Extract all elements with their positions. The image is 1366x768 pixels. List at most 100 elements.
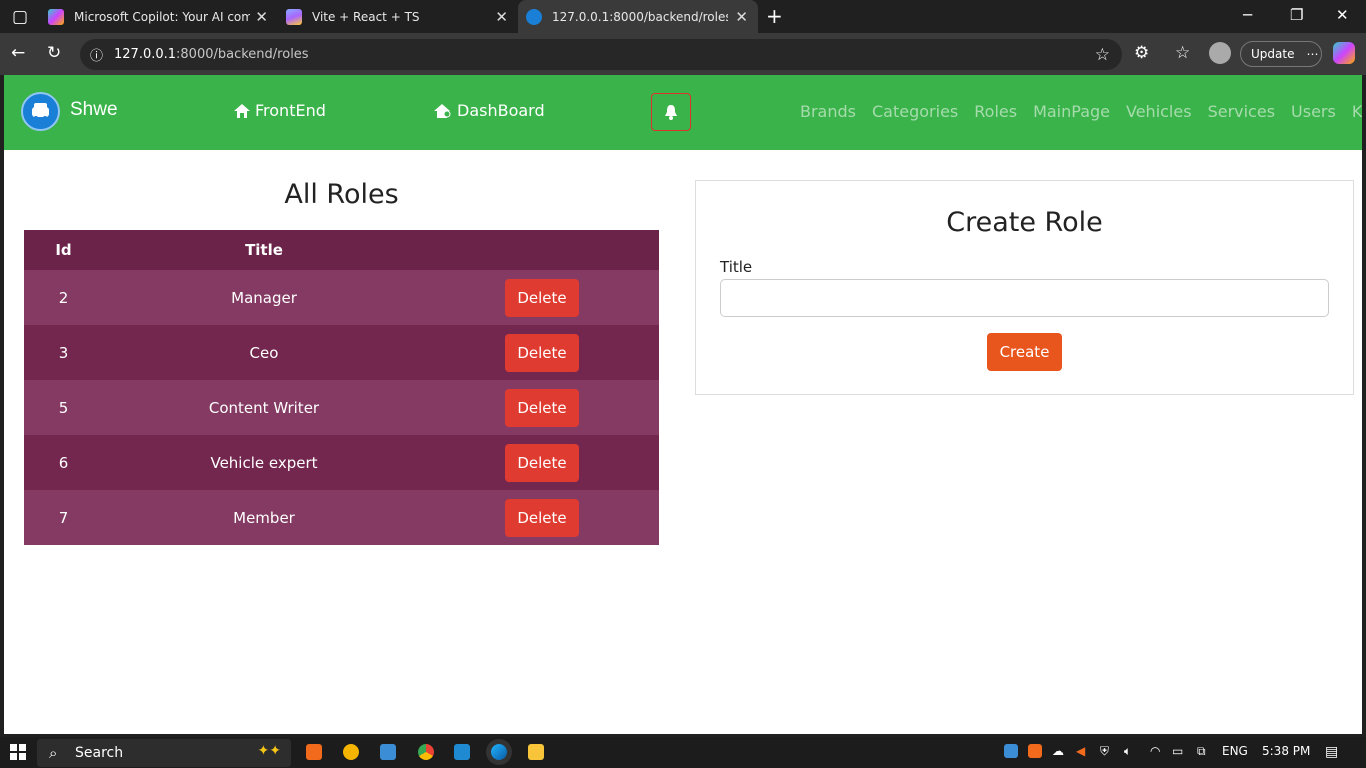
duck-icon[interactable]: [343, 744, 359, 760]
tab-roles[interactable]: 127.0.0.1:8000/backend/roles ✕: [518, 0, 758, 33]
url-input[interactable]: ⓘ 127.0.0.1:8000/backend/roles ☆: [80, 39, 1122, 70]
favorite-star-icon[interactable]: ☆: [1095, 45, 1110, 65]
xampp-icon[interactable]: [306, 744, 322, 760]
title-input[interactable]: [720, 279, 1329, 317]
copilot-sidebar-icon[interactable]: [1333, 42, 1355, 64]
device-icon[interactable]: ⧉: [1197, 744, 1206, 759]
restore-icon[interactable]: ❐: [1290, 6, 1303, 24]
role-title: Member: [103, 490, 425, 545]
update-label: Update: [1251, 47, 1295, 61]
column-id: Id: [24, 230, 103, 270]
close-window-icon[interactable]: ✕: [1336, 6, 1349, 24]
tab-copilot[interactable]: Microsoft Copilot: Your AI compa ✕: [38, 0, 278, 33]
home-icon: [234, 103, 250, 118]
language-indicator[interactable]: ENG: [1222, 744, 1248, 758]
delete-button[interactable]: Delete: [505, 333, 579, 372]
dashboard-label: DashBoard: [457, 101, 545, 120]
search-icon: ⌕: [49, 744, 58, 762]
menu-vehicles[interactable]: Vehicles: [1126, 102, 1192, 121]
column-actions: [425, 230, 659, 270]
close-icon[interactable]: ✕: [255, 8, 268, 26]
start-icon[interactable]: [10, 744, 26, 760]
edge-icon[interactable]: [491, 744, 507, 760]
create-role-heading: Create Role: [946, 207, 1103, 238]
close-icon[interactable]: ✕: [735, 8, 748, 26]
cloud-icon[interactable]: ☁: [1052, 744, 1064, 758]
file-explorer-icon[interactable]: [528, 744, 544, 760]
frontend-link[interactable]: FrontEnd: [233, 101, 326, 120]
notification-button[interactable]: [651, 93, 691, 131]
table-row: 5 Content Writer Delete: [24, 380, 659, 435]
tab-actions-icon[interactable]: ▢: [12, 7, 28, 27]
table-row: 2 Manager Delete: [24, 270, 659, 325]
minimize-icon[interactable]: ─: [1243, 6, 1252, 24]
create-role-card: Create Role Title Create: [695, 180, 1354, 395]
notification-center-icon[interactable]: ▤: [1325, 744, 1338, 760]
wifi-icon[interactable]: ◠: [1150, 744, 1160, 758]
profile-avatar[interactable]: [1209, 42, 1231, 64]
table-row: 6 Vehicle expert Delete: [24, 435, 659, 490]
menu-brands[interactable]: Brands: [800, 102, 856, 121]
house-user-icon: [434, 103, 451, 118]
column-title: Title: [103, 230, 425, 270]
close-icon[interactable]: ✕: [495, 8, 508, 26]
sparkle-icon: ✦✦: [257, 743, 281, 759]
top-navbar: Shwe FrontEnd DashBoard Brands Categorie…: [4, 75, 1362, 150]
menu-services[interactable]: Services: [1208, 102, 1275, 121]
battery-icon[interactable]: ▭: [1172, 744, 1183, 758]
refresh-icon[interactable]: ↻: [47, 43, 61, 63]
vscode-icon[interactable]: [454, 744, 470, 760]
roles-table: Id Title 2 Manager Delete 3 Ceo Delete 5…: [24, 230, 659, 545]
car-logo-icon[interactable]: [21, 92, 60, 131]
clock[interactable]: 5:38 PM: [1262, 744, 1310, 758]
delete-button[interactable]: Delete: [505, 278, 579, 317]
role-id: 3: [24, 325, 103, 380]
dashboard-link[interactable]: DashBoard: [433, 101, 545, 120]
tab-title: Vite + React + TS: [312, 9, 420, 24]
update-button[interactable]: Update ⋯: [1240, 41, 1322, 67]
role-id: 6: [24, 435, 103, 490]
back-icon[interactable]: ←: [11, 43, 25, 63]
volume-muted-icon[interactable]: ◀: [1076, 744, 1085, 758]
menu-users[interactable]: Users: [1291, 102, 1336, 121]
browser-tab-bar: ▢ Microsoft Copilot: Your AI compa ✕ Vit…: [0, 0, 1366, 33]
role-title: Vehicle expert: [103, 435, 425, 490]
title-label: Title: [720, 258, 753, 276]
address-bar-row: ← ↻ ⓘ 127.0.0.1:8000/backend/roles ☆ ⚙ ☆…: [0, 33, 1366, 75]
copilot-icon: [48, 8, 64, 25]
frontend-label: FrontEnd: [255, 101, 326, 120]
url-host: 127.0.0.1: [114, 47, 177, 62]
role-title: Content Writer: [103, 380, 425, 435]
new-tab-icon[interactable]: +: [766, 4, 783, 28]
tab-vite[interactable]: Vite + React + TS ✕: [278, 0, 518, 33]
role-title: Ceo: [103, 325, 425, 380]
favorites-icon[interactable]: ☆: [1175, 43, 1190, 63]
chrome-icon[interactable]: [418, 744, 434, 760]
speaker-icon[interactable]: 🔈︎: [1124, 744, 1131, 759]
create-button[interactable]: Create: [987, 333, 1062, 371]
extensions-icon[interactable]: ⚙: [1134, 43, 1149, 63]
table-row: 3 Ceo Delete: [24, 325, 659, 380]
delete-button[interactable]: Delete: [505, 443, 579, 482]
monitor-icon[interactable]: [380, 744, 396, 760]
menu-mainpage[interactable]: MainPage: [1033, 102, 1110, 121]
page-viewport: Shwe FrontEnd DashBoard Brands Categorie…: [4, 75, 1362, 734]
delete-button[interactable]: Delete: [505, 388, 579, 427]
delete-button[interactable]: Delete: [505, 498, 579, 537]
brand-name[interactable]: Shwe: [70, 99, 118, 121]
menu-categories[interactable]: Categories: [872, 102, 958, 121]
more-icon[interactable]: ⋯: [1306, 47, 1318, 61]
vite-icon: [286, 8, 302, 25]
url-path: :8000/backend/roles: [176, 47, 309, 62]
all-roles-heading: All Roles: [284, 179, 399, 210]
menu-roles[interactable]: Roles: [974, 102, 1017, 121]
tray-xampp-icon[interactable]: [1004, 744, 1018, 758]
site-icon: [526, 8, 542, 25]
shield-icon[interactable]: ⛨: [1100, 744, 1109, 759]
windows-taskbar: ⌕ Search ✦✦ ☁ ◀ ⛨ 🔈︎ ◠ ▭ ⧉ ENG 5:38 PM ▤: [0, 737, 1366, 768]
menu-user-name[interactable]: Ko Ko: [1352, 102, 1362, 121]
taskbar-search[interactable]: ⌕ Search ✦✦: [37, 739, 291, 767]
info-icon[interactable]: ⓘ: [90, 45, 103, 64]
tray-xampp2-icon[interactable]: [1028, 744, 1042, 758]
role-id: 7: [24, 490, 103, 545]
